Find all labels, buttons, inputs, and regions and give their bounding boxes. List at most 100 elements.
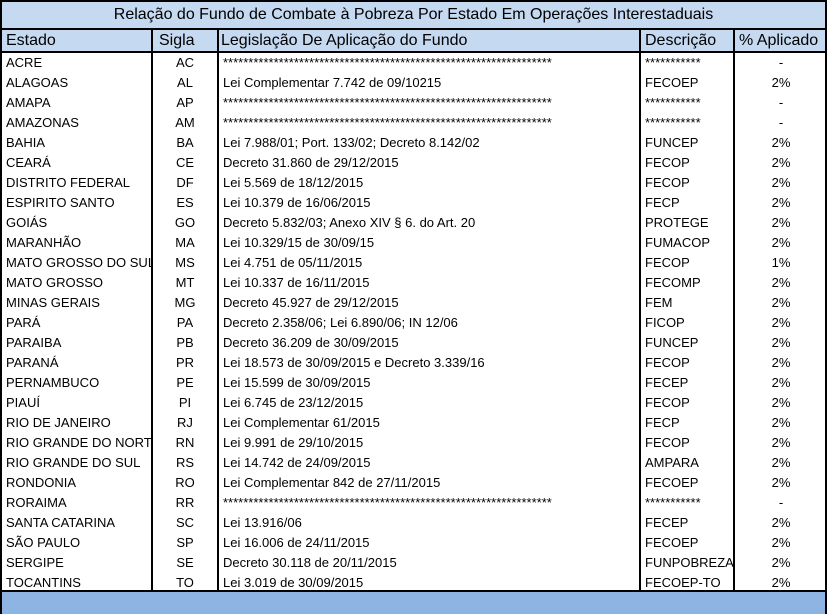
header-legislacao: Legislação De Aplicação do Fundo (221, 32, 468, 49)
cell-estado: PARÁ (6, 315, 41, 330)
cell-descricao: FECOP (645, 395, 690, 410)
table-row: RONDONIA RO Lei Complementar 842 de 27/11/… (2, 473, 825, 493)
cell-sigla: PI (178, 395, 192, 410)
cell-legislacao: Lei Complementar 842 de 27/11/2015 (223, 475, 441, 490)
table-row: RIO GRANDE DO SUL RS Lei 14.742 de 24/09/2… (2, 453, 825, 473)
table-row: MATO GROSSO DO SUL MS Lei 4.751 de 05/11/2… (2, 253, 825, 273)
table-row: PIAUÍ PI Lei 6.745 de 23/12/2015 FECOP 2% (2, 393, 825, 413)
cell-sigla: AC (175, 55, 195, 70)
cell-sigla: BA (176, 135, 194, 150)
cell-estado: PERNAMBUCO (6, 375, 100, 390)
cell-estado: DISTRITO FEDERAL (6, 175, 131, 190)
table-row: AMAPA AP *********************************… (2, 93, 825, 113)
cell-sigla: MS (175, 255, 195, 270)
cell-estado: AMAPA (6, 95, 51, 110)
cell-legislacao: Lei 15.599 de 30/09/2015 (223, 375, 371, 390)
cell-sigla: AM (175, 115, 195, 130)
cell-estado: RONDONIA (6, 475, 77, 490)
cell-legislacao: Lei 16.006 de 24/11/2015 (223, 535, 370, 550)
cell-aplicado: 2% (771, 135, 791, 150)
cell-estado: GOIÁS (6, 215, 48, 230)
cell-estado: BAHIA (6, 135, 46, 150)
cell-legislacao: Lei 10.329/15 de 30/09/15 (223, 235, 375, 250)
cell-legislacao: Lei Complementar 61/2015 (223, 415, 380, 430)
cell-estado: RIO GRANDE DO NORTE (6, 435, 151, 450)
table-row: PARAIBA PB Decreto 36.209 de 30/09/2015 FUN… (2, 333, 825, 353)
header-row: Estado Sigla Legislação De Aplicação do … (2, 30, 825, 53)
cell-sigla: RO (175, 475, 195, 490)
cell-descricao: FECEP (645, 375, 689, 390)
cell-aplicado: 2% (771, 475, 791, 490)
cell-descricao: FECOEP (645, 75, 699, 90)
cell-aplicado: - (778, 55, 784, 70)
cell-aplicado: 2% (771, 395, 791, 410)
table-row: GOIÁS GO Decreto 5.832/03; Anexo XIV § 6. … (2, 213, 825, 233)
cell-descricao: *********** (645, 495, 701, 510)
cell-legislacao: Lei 14.742 de 24/09/2015 (223, 455, 371, 470)
cell-estado: ACRE (6, 55, 43, 70)
table-body: ACRE AC **********************************… (2, 53, 825, 593)
cell-sigla: ES (176, 195, 194, 210)
cell-legislacao: Lei 6.745 de 23/12/2015 (223, 395, 364, 410)
cell-sigla: MT (175, 275, 195, 290)
cell-sigla: MA (175, 235, 195, 250)
table-row: SANTA CATARINA SC Lei 13.916/06 FECEP 2% (2, 513, 825, 533)
cell-estado: MINAS GERAIS (6, 295, 100, 310)
cell-sigla: PA (176, 315, 194, 330)
cell-sigla: AP (176, 95, 194, 110)
cell-legislacao: Lei 5.569 de 18/12/2015 (223, 175, 364, 190)
cell-sigla: RJ (177, 415, 193, 430)
cell-aplicado: - (778, 95, 784, 110)
cell-legislacao: Lei 9.991 de 29/10/2015 (223, 435, 364, 450)
cell-descricao: *********** (645, 55, 701, 70)
cell-sigla: GO (174, 215, 196, 230)
table-row: BAHIA BA Lei 7.988/01; Port. 133/02; Decre… (2, 133, 825, 153)
cell-descricao: FICOP (645, 315, 685, 330)
cell-aplicado: 2% (771, 555, 791, 570)
cell-sigla: SP (176, 535, 194, 550)
cell-estado: PARAIBA (6, 335, 62, 350)
cell-estado: MATO GROSSO DO SUL (6, 255, 151, 270)
cell-descricao: FECOP (645, 175, 690, 190)
cell-sigla: SC (175, 515, 195, 530)
table-row: PARÁ PA Decreto 2.358/06; Lei 6.890/06; IN… (2, 313, 825, 333)
cell-sigla: PR (175, 355, 195, 370)
cell-legislacao: Lei 10.337 de 16/11/2015 (223, 275, 370, 290)
cell-estado: MARANHÃO (6, 235, 82, 250)
cell-legislacao: Decreto 45.927 de 29/12/2015 (223, 295, 399, 310)
cell-legislacao: Lei 10.379 de 16/06/2015 (223, 195, 371, 210)
cell-descricao: FEM (645, 295, 673, 310)
table-row: AMAZONAS AM ******************************… (2, 113, 825, 133)
cell-aplicado: 2% (771, 215, 791, 230)
cell-sigla: PB (176, 335, 194, 350)
cell-descricao: FECP (645, 195, 680, 210)
cell-legislacao: Lei 7.988/01; Port. 133/02; Decreto 8.14… (223, 135, 480, 150)
cell-legislacao: ****************************************… (223, 95, 552, 110)
table-row: RORAIMA RR *******************************… (2, 493, 825, 513)
cell-sigla: MG (174, 295, 196, 310)
cell-descricao: FECOEP (645, 535, 699, 550)
cell-estado: RIO DE JANEIRO (6, 415, 111, 430)
cell-estado: PARANÁ (6, 355, 59, 370)
table-row: DISTRITO FEDERAL DF Lei 5.569 de 18/12/201… (2, 173, 825, 193)
cell-descricao: PROTEGE (645, 215, 709, 230)
table-row: RIO DE JANEIRO RJ Lei Complementar 61/2015… (2, 413, 825, 433)
cell-descricao: FUNCEP (645, 335, 699, 350)
cell-legislacao: Decreto 36.209 de 30/09/2015 (223, 335, 399, 350)
cell-descricao: FECOMP (645, 275, 701, 290)
spreadsheet-table: Relação do Fundo de Combate à Pobreza Po… (0, 0, 827, 614)
cell-aplicado: 2% (771, 75, 791, 90)
cell-estado: RIO GRANDE DO SUL (6, 455, 141, 470)
cell-sigla: AL (177, 75, 193, 90)
cell-legislacao: Lei Complementar 7.742 de 09/10215 (223, 75, 442, 90)
cell-descricao: FECOP (645, 255, 690, 270)
cell-descricao: FECOP (645, 155, 690, 170)
table-row: ESPIRITO SANTO ES Lei 10.379 de 16/06/2015… (2, 193, 825, 213)
cell-estado: RORAIMA (6, 495, 67, 510)
cell-sigla: SE (176, 555, 194, 570)
cell-legislacao: Lei 18.573 de 30/09/2015 e Decreto 3.339… (223, 355, 485, 370)
cell-aplicado: 2% (771, 435, 791, 450)
header-aplicado: % Aplicado (739, 32, 819, 49)
header-descricao: Descrição (645, 32, 717, 49)
cell-aplicado: 2% (771, 155, 791, 170)
